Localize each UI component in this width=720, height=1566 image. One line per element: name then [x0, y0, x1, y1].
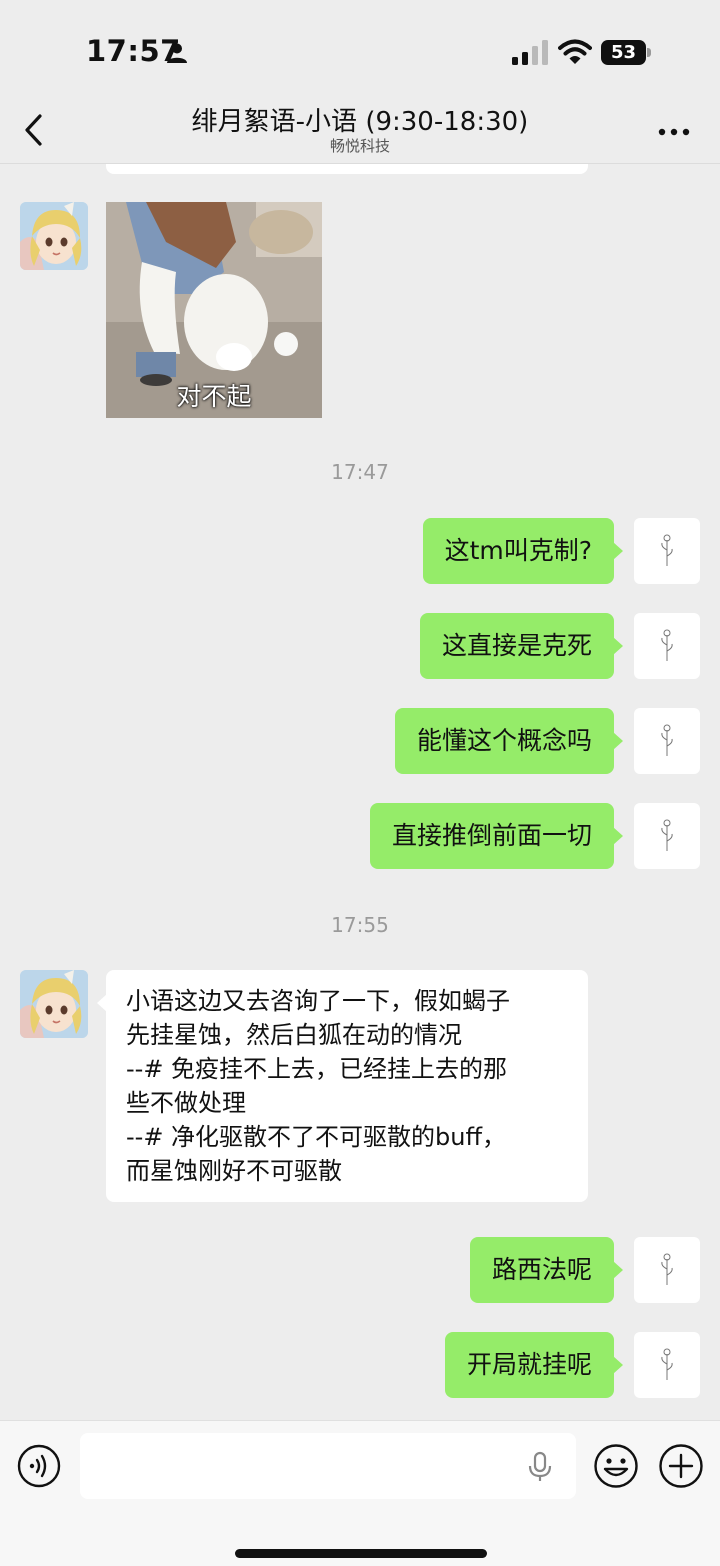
anime-avatar-image	[20, 970, 88, 1038]
outgoing-message[interactable]: 能懂这个概念吗	[394, 708, 624, 774]
user-avatar[interactable]	[634, 518, 700, 584]
more-dots-icon	[658, 128, 690, 136]
message-timestamp: 17:55	[331, 913, 389, 937]
user-avatar[interactable]	[634, 613, 700, 679]
message-line: 些不做处理	[126, 1089, 246, 1117]
contact-avatar[interactable]	[20, 970, 88, 1038]
contact-avatar[interactable]	[20, 202, 88, 270]
flower-sketch-icon	[661, 724, 673, 756]
battery-tip	[647, 48, 651, 57]
more-button[interactable]	[652, 112, 696, 148]
previous-message-bubble	[106, 164, 588, 174]
outgoing-message[interactable]: 直接推倒前面一切	[369, 803, 624, 869]
user-avatar[interactable]	[634, 708, 700, 774]
voice-button[interactable]	[17, 1444, 61, 1488]
person-icon	[167, 43, 187, 63]
flower-sketch-icon	[661, 1253, 673, 1285]
sticker-message[interactable]: 对不起	[106, 202, 322, 418]
plus-button[interactable]	[658, 1443, 704, 1489]
status-bar: 17:57 53	[0, 0, 720, 100]
user-avatar[interactable]	[634, 1332, 700, 1398]
message-line: --# 净化驱散不了不可驱散的buff，	[126, 1123, 507, 1151]
user-avatar[interactable]	[634, 1237, 700, 1303]
signal-icon	[512, 40, 548, 65]
emoji-button[interactable]	[593, 1443, 639, 1489]
message-line: --# 免疫挂不上去，已经挂上去的那	[126, 1055, 508, 1083]
message-list[interactable]: 对不起 17:47 这tm叫克制? 这直接是克死 能懂这个概念吗 直接推倒前面一…	[0, 164, 720, 1420]
outgoing-message[interactable]: 路西法呢	[469, 1237, 624, 1303]
flower-sketch-icon	[661, 1348, 673, 1380]
home-indicator[interactable]	[235, 1549, 487, 1558]
anime-avatar-image	[20, 202, 88, 270]
chat-header: 绯月絮语-小语 (9:30-18:30) 畅悦科技	[0, 98, 720, 164]
chat-title: 绯月絮语-小语 (9:30-18:30)	[191, 107, 529, 137]
message-line: 小语这边又去咨询了一下，假如蝎子	[126, 987, 510, 1015]
voice-icon	[17, 1444, 61, 1488]
emoji-icon	[594, 1444, 638, 1488]
sticker-caption: 对不起	[176, 382, 252, 411]
flower-sketch-icon	[661, 629, 673, 661]
plus-icon	[659, 1444, 703, 1488]
microphone-icon[interactable]	[527, 1451, 553, 1483]
message-line: 先挂星蚀，然后白狐在动的情况	[126, 1021, 462, 1049]
flower-sketch-icon	[661, 534, 673, 566]
outgoing-message[interactable]: 开局就挂呢	[444, 1332, 624, 1398]
battery-icon: 53	[601, 40, 651, 65]
message-line: 而星蚀刚好不可驱散	[126, 1157, 342, 1185]
message-input[interactable]	[80, 1433, 576, 1499]
flower-sketch-icon	[661, 819, 673, 851]
battery-level: 53	[601, 40, 646, 65]
outgoing-message[interactable]: 这直接是克死	[419, 613, 624, 679]
outgoing-message[interactable]: 这tm叫克制?	[422, 518, 624, 584]
input-bar	[0, 1420, 720, 1566]
message-timestamp: 17:47	[331, 460, 389, 484]
chat-subtitle: 畅悦科技	[329, 137, 390, 155]
user-avatar[interactable]	[634, 803, 700, 869]
incoming-message[interactable]: 小语这边又去咨询了一下，假如蝎子 先挂星蚀，然后白狐在动的情况 --# 免疫挂不…	[97, 970, 588, 1202]
wifi-icon	[558, 39, 592, 64]
